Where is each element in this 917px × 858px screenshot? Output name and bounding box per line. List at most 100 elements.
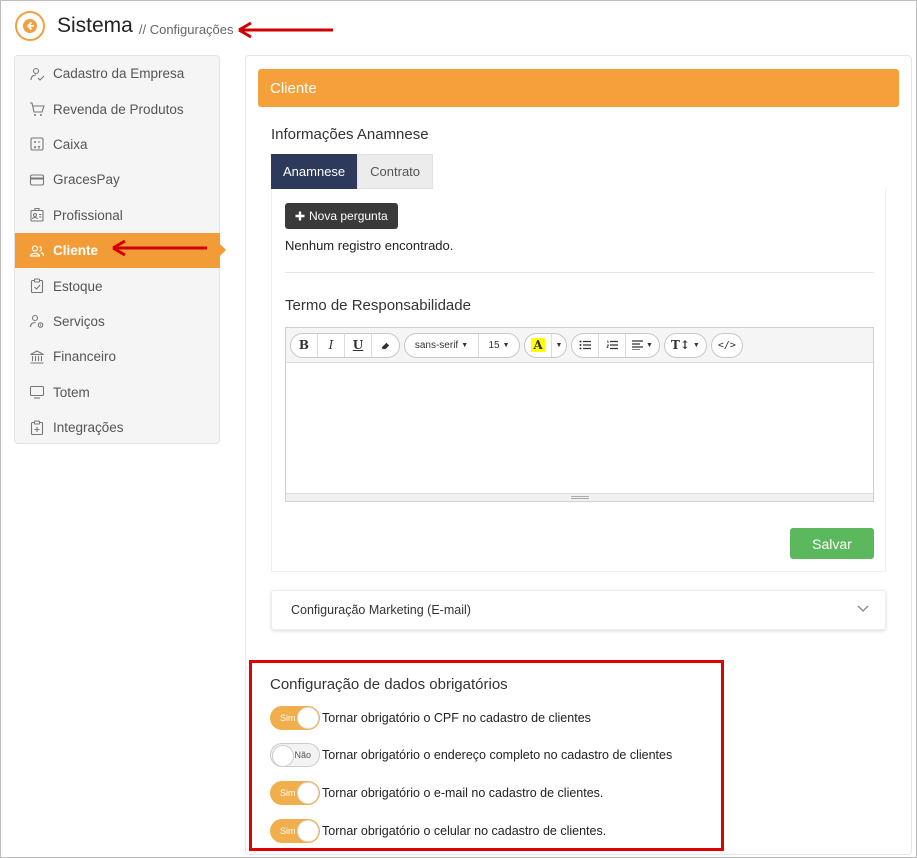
required-row-email: Sim Tornar obrigatório o e-mail no cadas…	[270, 781, 603, 805]
annotation-arrow-cliente	[112, 239, 207, 257]
required-row-address: Não Tornar obrigatório o endereço comple…	[270, 743, 672, 767]
back-button[interactable]	[15, 11, 45, 41]
highlight-a-icon: A	[531, 338, 545, 352]
tab-bar: Anamnese Contrato	[271, 154, 434, 189]
text-color-button[interactable]: A	[525, 333, 552, 357]
tab-anamnese[interactable]: Anamnese	[271, 154, 358, 189]
unordered-list-button[interactable]	[572, 333, 599, 357]
sidebar-item-label: Revenda de Produtos	[53, 101, 184, 117]
save-button[interactable]: Salvar	[790, 528, 874, 559]
monitor-icon	[29, 386, 45, 399]
sidebar-item-label: Serviços	[53, 313, 105, 329]
calculator-icon	[30, 137, 44, 152]
plug-clipboard-icon	[30, 420, 44, 435]
code-view-button[interactable]: </>	[712, 334, 742, 357]
underline-button[interactable]: U	[345, 333, 372, 357]
caret-down-icon: ▼	[502, 341, 510, 349]
toggle-state: Sim	[280, 713, 296, 723]
toggle-state: Não	[294, 750, 311, 760]
accordion-label: Configuração Marketing (E-mail)	[291, 603, 471, 617]
font-family-value: sans-serif	[414, 339, 459, 351]
annotation-arrow-header	[238, 21, 333, 39]
caret-down-icon: ▼	[555, 341, 563, 349]
caret-down-icon: ▼	[646, 341, 653, 349]
tab-contrato[interactable]: Contrato	[357, 154, 434, 189]
required-row-label: Tornar obrigatório o e-mail no cadastro …	[322, 786, 604, 800]
email-required-toggle[interactable]: Sim	[270, 781, 320, 805]
bank-icon	[30, 350, 44, 364]
sidebar-item-integracoes[interactable]: Integrações	[15, 410, 219, 445]
bold-button[interactable]: B	[291, 333, 318, 357]
bullet-list-icon	[579, 340, 591, 350]
cpf-required-toggle[interactable]: Sim	[270, 706, 320, 730]
sidebar-item-label: Integrações	[53, 420, 124, 436]
toggle-state: Sim	[280, 788, 296, 798]
editor-resize-handle[interactable]	[286, 493, 873, 501]
cart-icon	[30, 102, 45, 117]
sidebar-item-totem[interactable]: Totem	[15, 375, 219, 410]
address-required-toggle[interactable]: Não	[270, 743, 320, 767]
required-row-label: Tornar obrigatório o CPF no cadastro de …	[322, 711, 591, 725]
sidebar-item-cadastro-empresa[interactable]: Cadastro da Empresa	[15, 56, 219, 91]
required-row-cpf: Sim Tornar obrigatório o CPF no cadastro…	[270, 706, 591, 730]
grip-icon	[570, 496, 589, 499]
editor-content-area[interactable]	[286, 363, 873, 493]
sidebar-item-label: Cliente	[53, 243, 99, 259]
new-question-button[interactable]: Nova pergunta	[285, 203, 398, 229]
eraser-icon	[381, 342, 390, 349]
term-title: Termo de Responsabilidade	[285, 297, 471, 314]
empty-state-text: Nenhum registro encontrado.	[285, 238, 454, 253]
credit-card-icon	[29, 174, 45, 186]
users-icon	[29, 245, 45, 257]
phone-required-toggle[interactable]: Sim	[270, 819, 320, 843]
eraser-button[interactable]	[372, 334, 399, 357]
font-size-value: 15	[488, 339, 500, 351]
italic-button[interactable]: I	[318, 333, 345, 357]
anamnese-title: Informações Anamnese	[271, 126, 429, 143]
sidebar-item-profissional[interactable]: Profissional	[15, 198, 219, 233]
toggle-state: Sim	[280, 826, 296, 836]
breadcrumb: // Configurações	[138, 21, 234, 37]
line-height-button[interactable]: T↕ ▼	[665, 334, 706, 357]
caret-down-icon: ▼	[692, 341, 700, 349]
sidebar-item-label: Cadastro da Empresa	[53, 66, 185, 82]
numbered-list-icon	[606, 340, 618, 350]
sidebar-item-financeiro[interactable]: Financeiro	[15, 339, 219, 374]
height-group: T↕ ▼	[663, 332, 707, 358]
chevron-down-icon	[857, 605, 869, 612]
text-height-icon: T↕	[670, 338, 690, 352]
sidebar-item-label: Financeiro	[53, 349, 117, 365]
sidebar-item-revenda-produtos[interactable]: Revenda de Produtos	[15, 91, 219, 126]
font-group: sans-serif ▼ 15 ▼	[404, 332, 520, 358]
sidebar-item-estoque[interactable]: Estoque	[15, 268, 219, 303]
code-icon: </>	[717, 339, 736, 351]
code-group: </>	[710, 332, 743, 358]
clipboard-icon	[30, 278, 44, 294]
required-row-phone: Sim Tornar obrigatório o celular no cada…	[270, 819, 606, 843]
page-title: Sistema	[57, 14, 133, 37]
sidebar-item-gracespay[interactable]: GracesPay	[15, 162, 219, 197]
user-check-icon	[30, 67, 45, 81]
sidebar-item-label: Totem	[53, 384, 90, 400]
sidebar-item-label: GracesPay	[53, 172, 120, 188]
caret-down-icon: ▼	[461, 341, 469, 349]
sidebar-item-label: Profissional	[53, 207, 123, 223]
font-family-select[interactable]: sans-serif ▼	[405, 333, 479, 357]
ordered-list-button[interactable]	[599, 333, 626, 357]
sidebar-item-label: Caixa	[53, 136, 88, 152]
new-question-label: Nova pergunta	[309, 209, 388, 223]
arrow-left-icon	[23, 19, 37, 33]
required-fields-section: Configuração de dados obrigatórios Sim T…	[249, 660, 724, 851]
sidebar-item-servicos[interactable]: Serviços	[15, 304, 219, 339]
color-dropdown-button[interactable]: ▼	[552, 334, 566, 357]
divider	[285, 272, 874, 273]
required-row-label: Tornar obrigatório o celular no cadastro…	[322, 824, 607, 838]
align-button[interactable]: ▼	[626, 334, 659, 357]
font-size-select[interactable]: 15 ▼	[479, 334, 519, 357]
align-left-icon	[632, 340, 643, 350]
sidebar-item-label: Estoque	[53, 278, 103, 294]
marketing-accordion[interactable]: Configuração Marketing (E-mail)	[271, 590, 886, 630]
tab-panel: Nova pergunta Nenhum registro encontrado…	[271, 189, 886, 572]
sidebar-item-caixa[interactable]: Caixa	[15, 127, 219, 162]
required-fields-title: Configuração de dados obrigatórios	[270, 676, 508, 693]
